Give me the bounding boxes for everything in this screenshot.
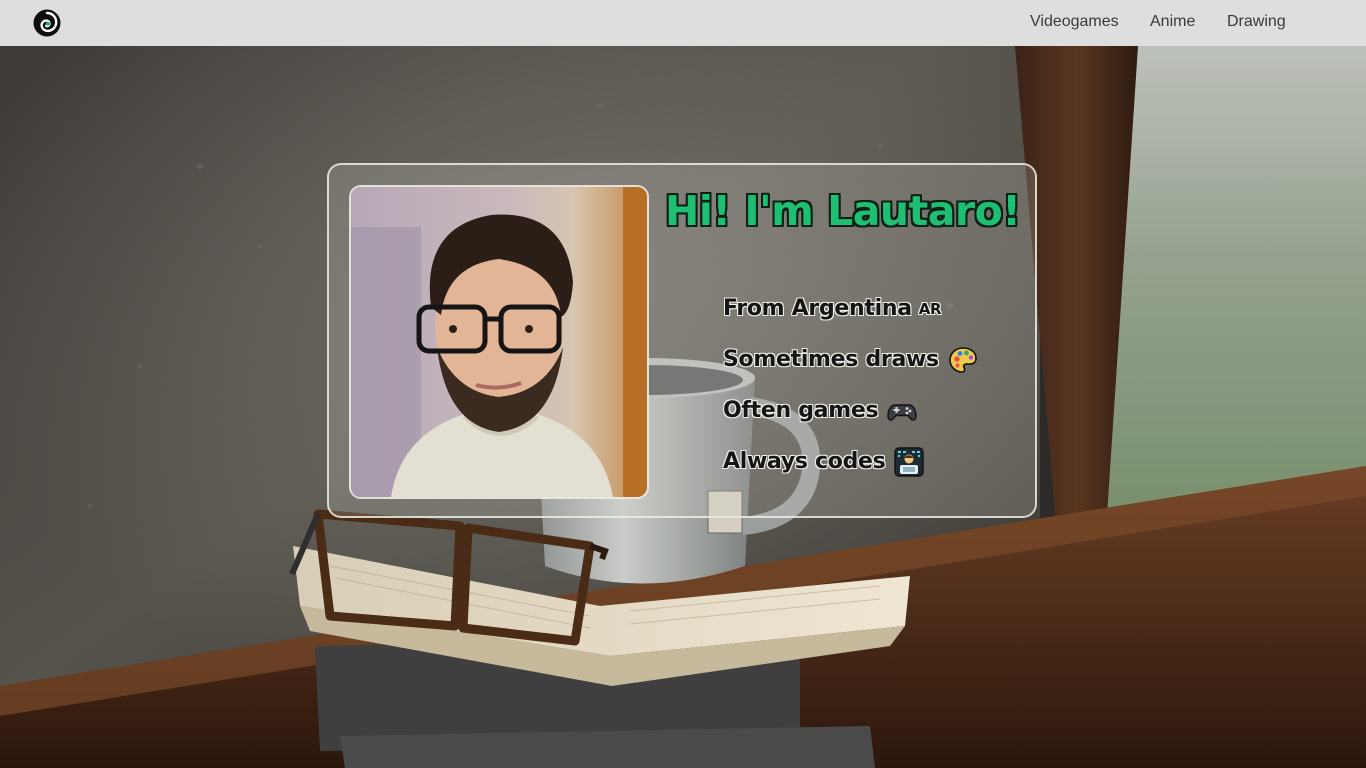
fact-text: Often games [723,398,879,423]
fact-sometimes-draws: Sometimes draws [723,334,978,385]
nav-link-anime[interactable]: Anime [1150,13,1195,31]
artist-palette-icon [948,345,978,375]
fact-often-games: Often games [723,385,978,436]
technologist-icon [894,446,925,477]
profile-card: Hi! I'm Lautaro! From Argentina AR Somet… [327,163,1037,518]
nav-link-videogames[interactable]: Videogames [1030,13,1119,31]
nav-link-drawing[interactable]: Drawing [1227,13,1286,31]
game-controller-icon [887,396,917,426]
fact-text: Sometimes draws [723,347,939,372]
main-nav: Videogames Anime Drawing [0,0,1366,46]
profile-photo [349,185,649,499]
fact-text: From Argentina [723,296,912,321]
fact-text: Always codes [723,449,886,474]
top-navbar: Videogames Anime Drawing [0,0,1366,46]
fact-always-codes: Always codes [723,436,978,487]
facts-list: From Argentina AR Sometimes draws Often … [723,283,978,487]
greeting-title: Hi! I'm Lautaro! [665,187,1021,235]
flag-badge: AR [918,299,942,318]
fact-from-argentina: From Argentina AR [723,283,978,334]
